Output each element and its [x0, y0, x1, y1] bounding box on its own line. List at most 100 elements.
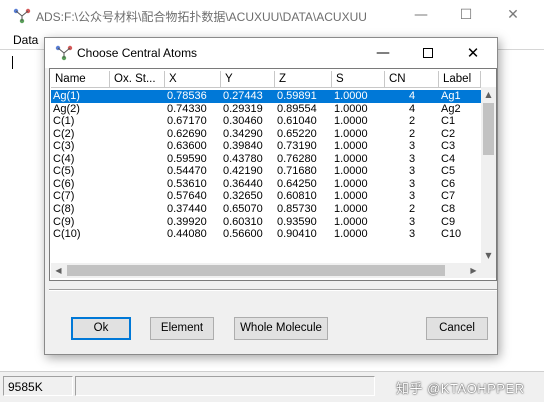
cell-label: Ag2: [441, 102, 461, 115]
dialog-maximize-button[interactable]: [417, 42, 439, 64]
cell-name: C(5): [53, 165, 75, 178]
cell-y: 0.56600: [223, 228, 263, 241]
cell-z: 0.65220: [277, 127, 317, 140]
cell-cn: 3: [408, 177, 416, 190]
cell-label: Ag1: [439, 90, 481, 103]
table-row[interactable]: C(1) 0.67170 0.30460 0.61040 1.0000 2 C1: [51, 115, 481, 128]
cell-s: 1.0000: [334, 190, 368, 203]
cell-name: C(3): [53, 140, 75, 153]
horizontal-scroll-thumb[interactable]: [67, 265, 445, 276]
cell-s: 1.0000: [334, 140, 368, 153]
table-row[interactable]: C(2) 0.62690 0.34290 0.65220 1.0000 2 C2: [51, 128, 481, 141]
ads-app-icon: [55, 45, 73, 61]
cell-label: C7: [441, 190, 456, 203]
cell-name: C(7): [53, 190, 75, 203]
cell-s: 1.0000: [332, 90, 385, 103]
cell-z: 0.93590: [277, 215, 317, 228]
horizontal-scrollbar[interactable]: ◀ ▶: [51, 263, 481, 278]
scroll-right-arrow-icon[interactable]: ▶: [466, 263, 481, 278]
watermark-text: 知乎 @KTAOHPPER: [396, 381, 525, 396]
table-body[interactable]: Ag(1) 0.78536 0.27443 0.59891 1.0000 4 Ag1 Ag(2…: [51, 90, 481, 254]
cell-ox-state: [110, 115, 165, 128]
cell-x: 0.78536: [165, 90, 221, 103]
cell-label: C4: [441, 152, 456, 165]
status-memory: 9585K: [3, 376, 73, 396]
column-header-name[interactable]: Name: [51, 71, 110, 88]
cell-cn: 3: [408, 152, 416, 165]
cell-name: Ag(1): [51, 90, 110, 103]
dialog-titlebar[interactable]: Choose Central Atoms — ✕: [45, 38, 497, 68]
table-row[interactable]: C(10) 0.44080 0.56600 0.90410 1.0000 3 C10: [51, 228, 481, 241]
table-row[interactable]: C(5) 0.54470 0.42190 0.71680 1.0000 3 C5: [51, 165, 481, 178]
cell-x: 0.59590: [167, 152, 207, 165]
cell-z: 0.64250: [277, 177, 317, 190]
cell-name: C(1): [53, 115, 75, 128]
table-row[interactable]: C(3) 0.63600 0.39840 0.73190 1.0000 3 C3: [51, 140, 481, 153]
cell-x: 0.63600: [167, 140, 207, 153]
element-button[interactable]: Element: [150, 317, 214, 340]
vertical-scroll-thumb[interactable]: [483, 103, 494, 155]
app-titlebar: ADS:F:\公众号材料\配合物拓扑数据\ACUXUU\DATA\ACUXUU …: [0, 0, 544, 31]
vertical-scrollbar[interactable]: ▲ ▼: [481, 87, 496, 263]
cell-label: C2: [441, 127, 456, 140]
table-row[interactable]: C(7) 0.57640 0.32650 0.60810 1.0000 3 C7: [51, 190, 481, 203]
cell-name: C(9): [53, 215, 75, 228]
table-row[interactable]: Ag(1) 0.78536 0.27443 0.59891 1.0000 4 Ag1: [51, 90, 481, 103]
table-row[interactable]: Ag(2) 0.74330 0.29319 0.89554 1.0000 4 Ag2: [51, 103, 481, 116]
cell-y: 0.36440: [223, 177, 263, 190]
column-header-z[interactable]: Z: [275, 71, 332, 88]
table-row[interactable]: C(9) 0.39920 0.60310 0.93590 1.0000 3 C9: [51, 216, 481, 229]
column-header-s[interactable]: S: [332, 71, 385, 88]
cell-cn: 3: [408, 228, 416, 241]
cell-y: 0.27443: [221, 90, 275, 103]
cell-ox-state: [110, 103, 165, 116]
cell-z: 0.90410: [277, 228, 317, 241]
cell-ox-state: [110, 216, 165, 229]
column-header-x[interactable]: X: [165, 71, 221, 88]
cell-z: 0.71680: [277, 165, 317, 178]
scroll-up-arrow-icon[interactable]: ▲: [481, 87, 496, 102]
cell-x: 0.67170: [167, 115, 207, 128]
cell-s: 1.0000: [334, 165, 368, 178]
column-header-label[interactable]: Label: [439, 71, 481, 88]
app-maximize-button[interactable]: ☐: [455, 4, 477, 26]
cell-y: 0.32650: [223, 190, 263, 203]
cell-y: 0.34290: [223, 127, 263, 140]
ok-button[interactable]: Ok: [71, 317, 131, 340]
dialog-minimize-button[interactable]: —: [372, 42, 394, 64]
cell-x: 0.54470: [167, 165, 207, 178]
cancel-button[interactable]: Cancel: [426, 317, 488, 340]
column-header-ox-state[interactable]: Ox. St...: [110, 71, 165, 88]
app-close-button[interactable]: ✕: [502, 4, 524, 26]
cell-z: 0.89554: [277, 102, 317, 115]
cell-name: C(4): [53, 152, 75, 165]
cell-x: 0.44080: [167, 228, 207, 241]
cell-cn: 3: [408, 165, 416, 178]
cell-y: 0.65070: [223, 202, 263, 215]
cell-y: 0.42190: [223, 165, 263, 178]
scroll-left-arrow-icon[interactable]: ◀: [51, 263, 66, 278]
app-statusbar: 9585K 知乎 @KTAOHPPER: [0, 371, 544, 402]
dialog-close-button[interactable]: ✕: [462, 42, 484, 64]
column-header-y[interactable]: Y: [221, 71, 275, 88]
app-minimize-button[interactable]: —: [410, 4, 432, 26]
cell-cn: 3: [408, 190, 416, 203]
cell-name: C(2): [53, 127, 75, 140]
menu-data[interactable]: Data: [13, 33, 38, 47]
maximize-icon: [423, 48, 433, 58]
cell-y: 0.29319: [223, 102, 263, 115]
cell-s: 1.0000: [334, 127, 368, 140]
cell-s: 1.0000: [334, 215, 368, 228]
cell-name: C(6): [53, 177, 75, 190]
cell-x: 0.53610: [167, 177, 207, 190]
table-row[interactable]: C(6) 0.53610 0.36440 0.64250 1.0000 3 C6: [51, 178, 481, 191]
cell-ox-state: [110, 190, 165, 203]
atoms-table[interactable]: Name Ox. St... X Y Z S CN Label Ag(1) 0.78536 0.2…: [49, 68, 497, 281]
cell-name: Ag(2): [53, 102, 80, 115]
table-row[interactable]: C(4) 0.59590 0.43780 0.76280 1.0000 3 C4: [51, 153, 481, 166]
scroll-down-arrow-icon[interactable]: ▼: [481, 248, 496, 263]
whole-molecule-button[interactable]: Whole Molecule: [234, 317, 328, 340]
table-row[interactable]: C(8) 0.37440 0.65070 0.85730 1.0000 2 C8: [51, 203, 481, 216]
column-header-cn[interactable]: CN: [385, 71, 439, 88]
cell-label: C9: [441, 215, 456, 228]
